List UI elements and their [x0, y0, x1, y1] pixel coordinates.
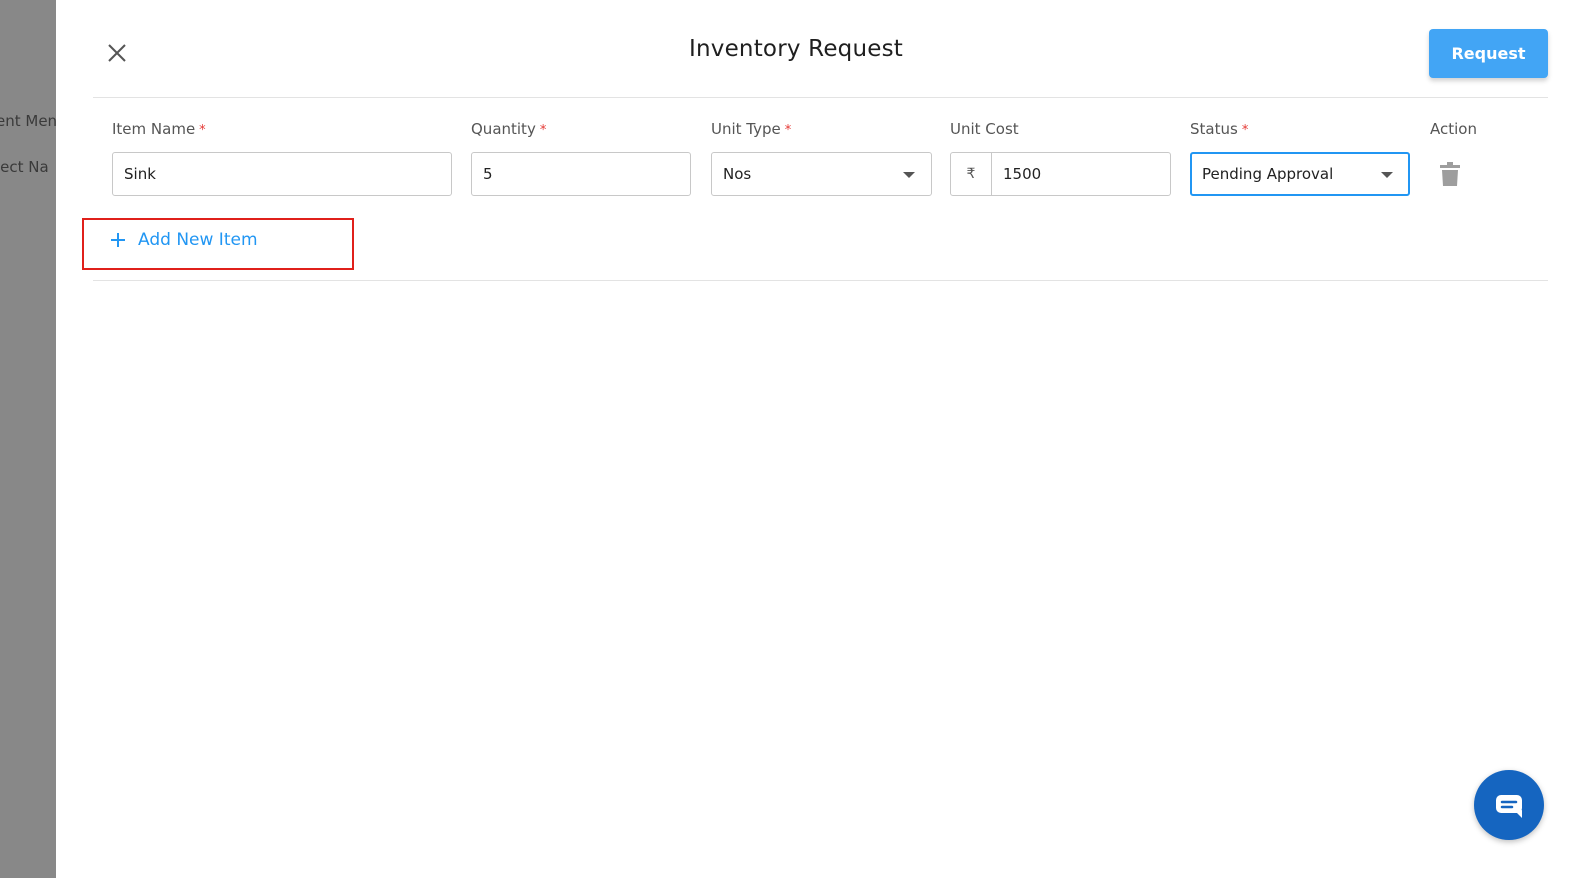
background-page: ent Menu ject Na — [0, 0, 56, 878]
plus-icon — [111, 233, 125, 247]
unit-type-value: Nos — [723, 165, 752, 183]
chat-icon — [1496, 795, 1522, 818]
request-button[interactable]: Request — [1429, 29, 1548, 78]
inventory-request-drawer — [56, 0, 1592, 878]
status-label-text: Status — [1190, 120, 1238, 138]
quantity-field-wrapper — [471, 152, 691, 196]
status-select[interactable]: Pending Approval — [1190, 152, 1410, 196]
item-name-label-text: Item Name — [112, 120, 196, 138]
required-marker: * — [1241, 123, 1249, 138]
page-title: Inventory Request — [689, 36, 903, 62]
item-name-label: Item Name * — [112, 120, 206, 138]
action-label: Action — [1430, 120, 1477, 138]
trash-icon — [1440, 162, 1460, 186]
unit-cost-label: Unit Cost — [950, 120, 1019, 138]
unit-cost-field[interactable] — [992, 153, 1170, 195]
status-value: Pending Approval — [1202, 165, 1334, 183]
action-label-text: Action — [1430, 120, 1477, 138]
required-marker: * — [784, 123, 792, 138]
unit-type-label-text: Unit Type — [711, 120, 781, 138]
quantity-label: Quantity * — [471, 120, 546, 138]
unit-type-label: Unit Type * — [711, 120, 791, 138]
background-project-text: ject Na — [0, 158, 49, 176]
unit-cost-field-wrapper: ₹ — [950, 152, 1171, 196]
unit-cost-label-text: Unit Cost — [950, 120, 1019, 138]
unit-type-select[interactable]: Nos — [711, 152, 932, 196]
header-divider — [93, 97, 1548, 98]
required-marker: * — [539, 123, 547, 138]
chevron-down-icon — [903, 172, 915, 178]
item-name-field-wrapper — [112, 152, 452, 196]
chat-button[interactable] — [1474, 770, 1544, 840]
item-name-field[interactable] — [113, 153, 451, 195]
add-new-item-label: Add New Item — [138, 230, 258, 250]
status-label: Status * — [1190, 120, 1248, 138]
quantity-field[interactable] — [472, 153, 690, 195]
required-marker: * — [199, 123, 206, 138]
add-new-item-button[interactable]: Add New Item — [108, 228, 258, 252]
delete-item-button[interactable] — [1440, 162, 1460, 186]
chevron-down-icon — [1381, 172, 1393, 178]
quantity-label-text: Quantity — [471, 120, 536, 138]
rupee-icon: ₹ — [951, 153, 992, 195]
form-divider — [93, 280, 1548, 281]
background-menu-text: ent Menu — [0, 112, 56, 130]
